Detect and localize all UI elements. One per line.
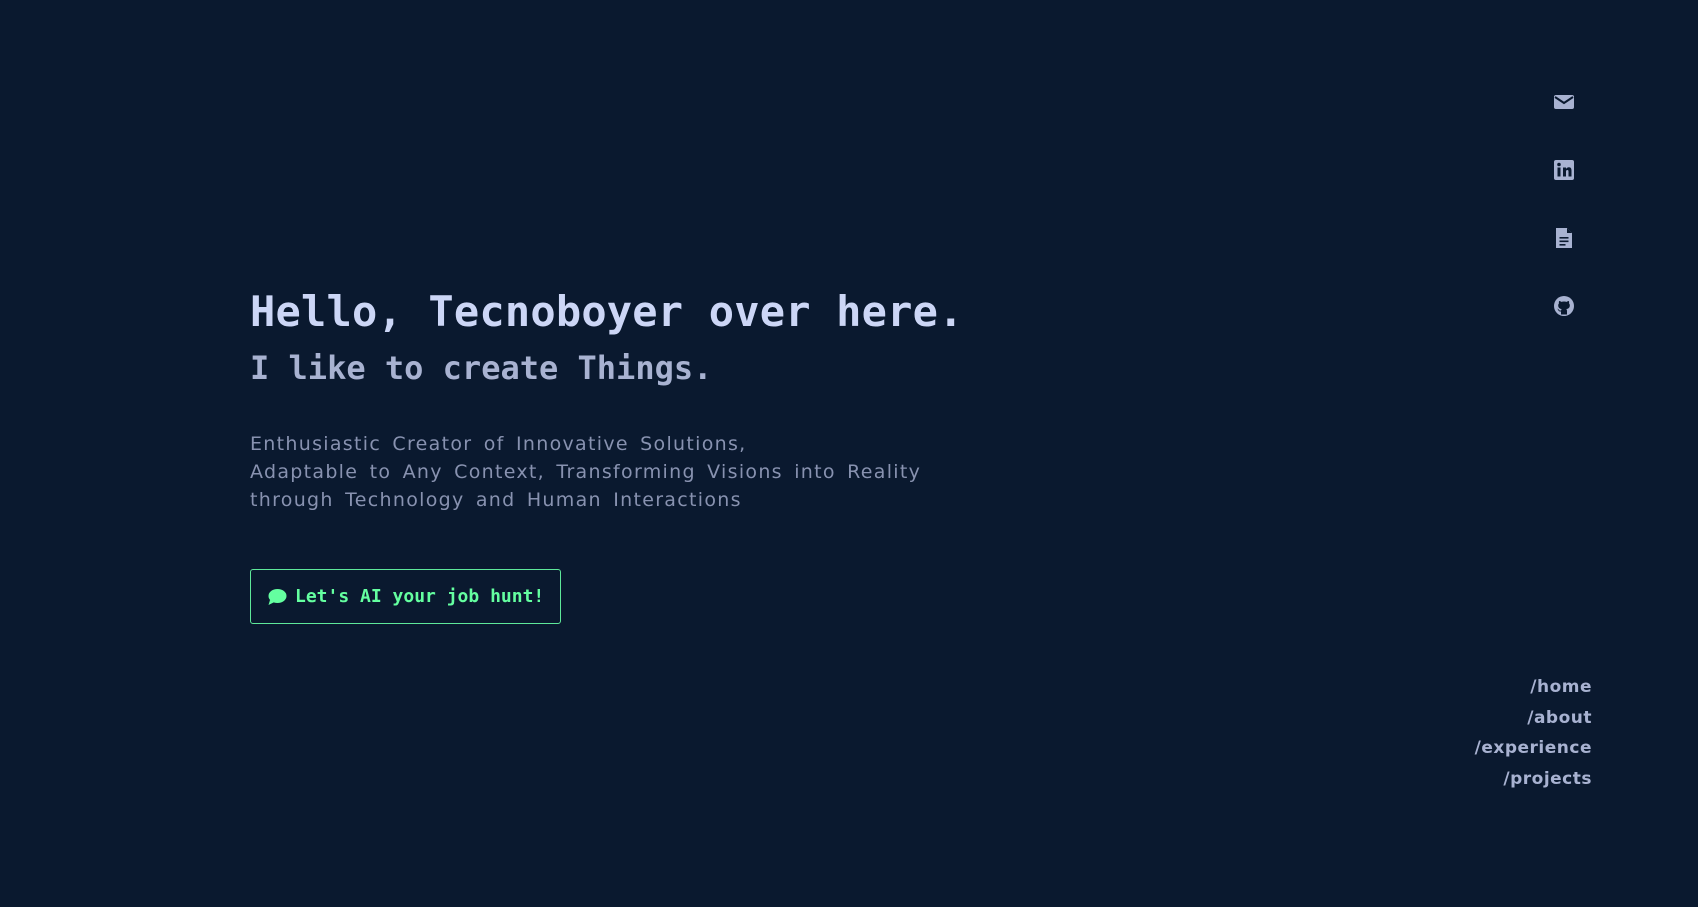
- hero-description-line: Enthusiastic Creator of Innovative Solut…: [250, 433, 747, 455]
- nav-projects-link[interactable]: /projects: [1503, 764, 1592, 795]
- social-links: [1552, 92, 1576, 320]
- hero-subtitle: I like to create Things.: [250, 349, 713, 387]
- cta-label: Let's AI your job hunt!: [295, 586, 545, 607]
- github-icon: [1553, 295, 1575, 321]
- hero-description: Enthusiastic Creator of Innovative Solut…: [250, 430, 1150, 514]
- page: Hello, Tecnoboyer over here. I like to c…: [0, 0, 1698, 907]
- linkedin-link[interactable]: [1552, 160, 1576, 184]
- nav-home-link[interactable]: /home: [1530, 672, 1592, 703]
- github-link[interactable]: [1552, 296, 1576, 320]
- nav-experience-link[interactable]: /experience: [1475, 733, 1592, 764]
- email-link[interactable]: [1552, 92, 1576, 116]
- mail-icon: [1553, 93, 1575, 115]
- hero-section: Hello, Tecnoboyer over here. I like to c…: [250, 280, 1150, 624]
- document-icon: [1555, 227, 1573, 253]
- resume-link[interactable]: [1552, 228, 1576, 252]
- job-hunt-cta-button[interactable]: Let's AI your job hunt!: [250, 569, 562, 624]
- section-nav: /home /about /experience /projects: [1475, 672, 1592, 794]
- hero-description-line: Adaptable to Any Context, Transforming V…: [250, 461, 922, 483]
- hero-description-line: through Technology and Human Interaction…: [250, 489, 742, 511]
- linkedin-icon: [1553, 159, 1575, 185]
- hero-title: Hello, Tecnoboyer over here.: [250, 287, 964, 336]
- nav-about-link[interactable]: /about: [1527, 703, 1592, 734]
- chat-bubble-icon: [267, 588, 287, 606]
